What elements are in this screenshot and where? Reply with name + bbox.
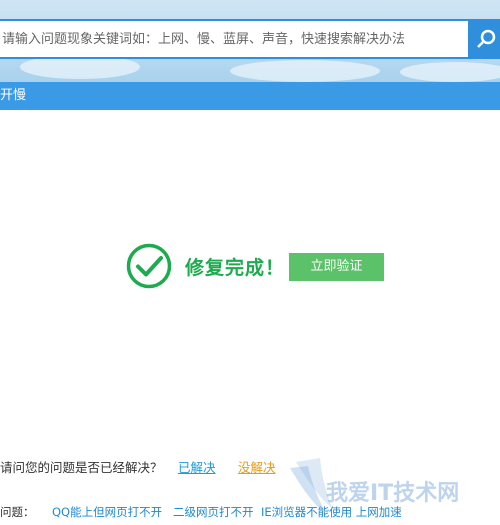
related-link[interactable]: IE浏览器不能使用 上网加速 bbox=[261, 505, 402, 519]
verify-now-button[interactable]: 立即验证 bbox=[289, 253, 384, 281]
search-icon bbox=[477, 29, 496, 48]
related-link[interactable]: 二级网页打不开 bbox=[173, 505, 254, 519]
check-circle-icon bbox=[126, 243, 172, 289]
cloud-decoration bbox=[230, 60, 380, 82]
watermark-text: 我爱IT技术网 bbox=[326, 481, 459, 506]
cloud-decoration bbox=[400, 62, 500, 82]
solved-link[interactable]: 已解决 bbox=[178, 457, 216, 476]
search-box bbox=[0, 19, 470, 59]
unsolved-link[interactable]: 没解决 bbox=[238, 457, 276, 476]
related-link[interactable]: QQ能上但网页打不开 bbox=[52, 505, 162, 519]
result-area: 修复完成！ bbox=[126, 243, 285, 289]
feedback-question: 请问您的问题是否已经解决？ bbox=[0, 460, 163, 475]
title-bar-text: 开慢 bbox=[0, 88, 27, 103]
title-bar: 开慢 bbox=[0, 82, 500, 110]
related-questions: 问题： QQ能上但网页打不开 二级网页打不开 IE浏览器不能使用 上网加速 bbox=[0, 504, 500, 522]
repair-complete-message: 修复完成！ bbox=[185, 256, 286, 279]
search-input[interactable] bbox=[2, 21, 468, 57]
related-label: 问题： bbox=[0, 505, 35, 519]
search-button[interactable] bbox=[470, 19, 500, 59]
